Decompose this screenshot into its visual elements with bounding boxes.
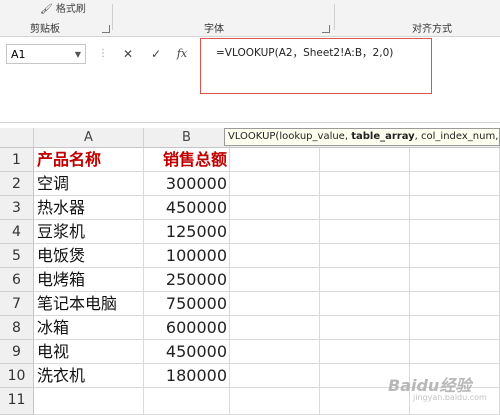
cell-b[interactable]: 600000 xyxy=(144,316,230,340)
cell-a[interactable]: 电烤箱 xyxy=(34,268,144,292)
brush-icon: 🖌 xyxy=(40,4,53,15)
cell-a[interactable]: 产品名称 xyxy=(34,148,144,172)
cell-e[interactable] xyxy=(410,220,500,244)
cell-d[interactable] xyxy=(320,340,410,364)
tooltip-suffix: , col_index_num, [ran xyxy=(414,131,499,142)
cell-e[interactable] xyxy=(410,148,500,172)
ribbon-divider xyxy=(334,4,335,30)
ribbon-group-font: 字体 xyxy=(204,24,224,35)
row-header[interactable]: 2 xyxy=(0,172,34,196)
name-box[interactable]: A1 ▼ xyxy=(6,44,86,64)
column-header-a[interactable]: A xyxy=(34,128,144,148)
cell-b[interactable]: 300000 xyxy=(144,172,230,196)
cell-d[interactable] xyxy=(320,196,410,220)
font-dialog-launcher-icon[interactable] xyxy=(322,25,330,33)
formula-input[interactable]: =VLOOKUP(A2，Sheet2!A:B，2,0) xyxy=(216,45,393,60)
row-header[interactable]: 6 xyxy=(0,268,34,292)
tooltip-prefix: VLOOKUP(lookup_value, xyxy=(228,131,352,142)
row-header[interactable]: 10 xyxy=(0,364,34,388)
cell-a[interactable]: 空调 xyxy=(34,172,144,196)
cell-c[interactable] xyxy=(230,388,320,415)
cell-d[interactable] xyxy=(320,316,410,340)
cell-a[interactable]: 笔记本电脑 xyxy=(34,292,144,316)
cell-d[interactable] xyxy=(320,220,410,244)
name-box-value: A1 xyxy=(11,48,26,61)
cell-b[interactable]: 450000 xyxy=(144,196,230,220)
ribbon-group-clipboard: 剪贴板 xyxy=(30,24,60,35)
row-header[interactable]: 5 xyxy=(0,244,34,268)
ribbon: 🖌 格式刷 剪贴板 字体 对齐方式 xyxy=(0,0,500,37)
tooltip-active-arg[interactable]: table_array xyxy=(351,131,414,142)
cell-a[interactable]: 热水器 xyxy=(34,196,144,220)
cell-c[interactable] xyxy=(230,268,320,292)
cell-b[interactable]: 180000 xyxy=(144,364,230,388)
row-header[interactable]: 8 xyxy=(0,316,34,340)
cell-b[interactable] xyxy=(144,388,230,415)
cell-c[interactable] xyxy=(230,172,320,196)
cell-a[interactable]: 洗衣机 xyxy=(34,364,144,388)
clipboard-dialog-launcher-icon[interactable] xyxy=(102,25,110,33)
ribbon-divider xyxy=(112,4,113,30)
row-header[interactable]: 3 xyxy=(0,196,34,220)
insert-function-icon[interactable]: fx xyxy=(172,44,192,64)
cell-d[interactable] xyxy=(320,268,410,292)
format-painter-label: 格式刷 xyxy=(55,4,86,15)
cell-a[interactable] xyxy=(34,388,144,415)
cell-c[interactable] xyxy=(230,316,320,340)
cancel-icon[interactable]: ✕ xyxy=(118,44,138,64)
drag-handle-icon[interactable]: ⋮ xyxy=(98,44,108,64)
cell-c[interactable] xyxy=(230,196,320,220)
cell-b[interactable]: 450000 xyxy=(144,340,230,364)
divider xyxy=(0,122,500,123)
cell-e[interactable] xyxy=(410,268,500,292)
cell-c[interactable] xyxy=(230,292,320,316)
row-header[interactable]: 1 xyxy=(0,148,34,172)
cell-a[interactable]: 冰箱 xyxy=(34,316,144,340)
row-header[interactable]: 7 xyxy=(0,292,34,316)
ribbon-group-alignment: 对齐方式 xyxy=(412,24,452,35)
function-tooltip: VLOOKUP(lookup_value, table_array, col_i… xyxy=(224,128,500,146)
cell-e[interactable] xyxy=(410,340,500,364)
cell-a[interactable]: 电饭煲 xyxy=(34,244,144,268)
cell-b[interactable]: 750000 xyxy=(144,292,230,316)
cell-c[interactable] xyxy=(230,220,320,244)
cell-c[interactable] xyxy=(230,340,320,364)
cell-c[interactable] xyxy=(230,364,320,388)
cell-e[interactable] xyxy=(410,316,500,340)
row-header[interactable]: 4 xyxy=(0,220,34,244)
cell-b[interactable]: 125000 xyxy=(144,220,230,244)
cell-c[interactable] xyxy=(230,148,320,172)
cell-a[interactable]: 电视 xyxy=(34,340,144,364)
cell-e[interactable] xyxy=(410,196,500,220)
cell-b[interactable]: 100000 xyxy=(144,244,230,268)
cell-d[interactable] xyxy=(320,172,410,196)
cell-d[interactable] xyxy=(320,292,410,316)
cell-c[interactable] xyxy=(230,244,320,268)
column-header-b[interactable]: B xyxy=(144,128,230,148)
cell-b[interactable]: 250000 xyxy=(144,268,230,292)
cell-e[interactable] xyxy=(410,292,500,316)
cell-d[interactable] xyxy=(320,148,410,172)
row-header[interactable]: 9 xyxy=(0,340,34,364)
cell-e[interactable] xyxy=(410,244,500,268)
row-header[interactable]: 11 xyxy=(0,388,34,415)
cell-d[interactable] xyxy=(320,244,410,268)
cell-a[interactable]: 豆浆机 xyxy=(34,220,144,244)
format-painter-button[interactable]: 🖌 格式刷 xyxy=(40,0,86,15)
watermark-url: jingyan.baidu.com xyxy=(413,393,487,402)
cell-e[interactable] xyxy=(410,172,500,196)
chevron-down-icon[interactable]: ▼ xyxy=(75,45,81,65)
cell-b[interactable]: 销售总额 xyxy=(144,148,230,172)
enter-icon[interactable]: ✓ xyxy=(146,44,166,64)
select-all-corner[interactable] xyxy=(0,128,34,148)
